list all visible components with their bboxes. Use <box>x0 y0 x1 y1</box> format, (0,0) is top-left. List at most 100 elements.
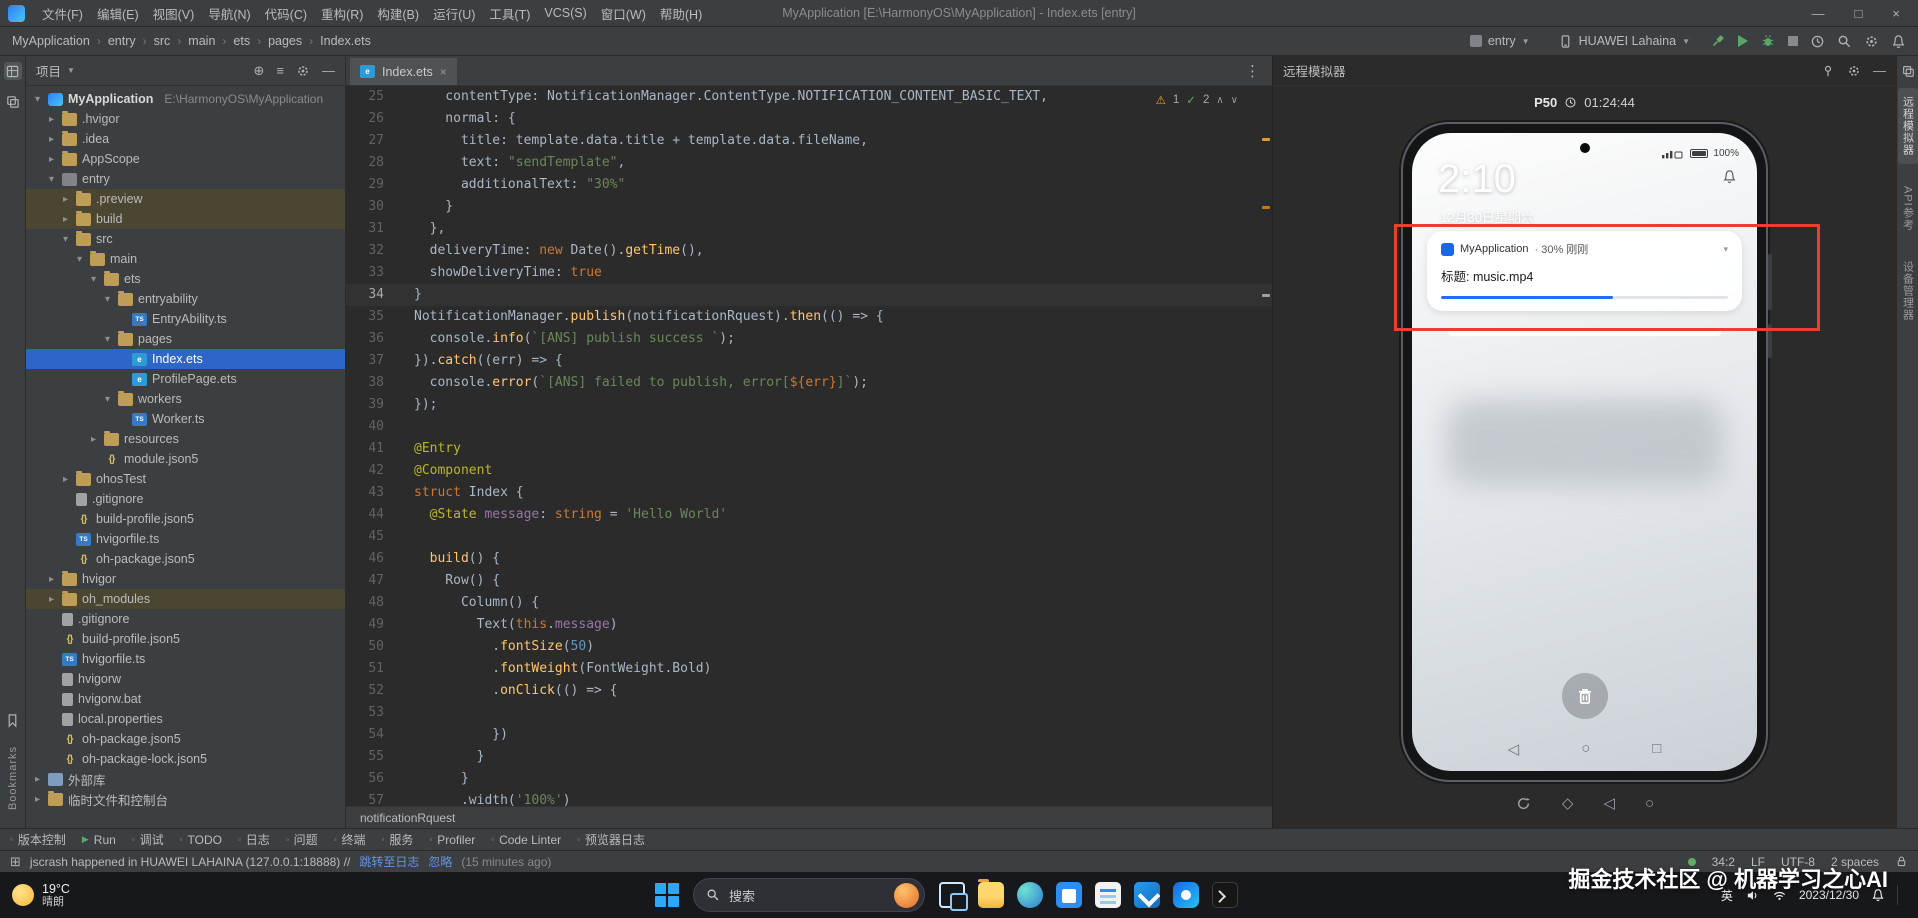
code-line[interactable]: } <box>400 768 1272 790</box>
collapse-all-icon[interactable]: ≡ <box>276 63 284 78</box>
run-config-selector[interactable]: entry ▼ <box>1462 31 1538 51</box>
rotate-icon[interactable] <box>1515 795 1532 812</box>
code-line[interactable]: NotificationManager.publish(notification… <box>400 306 1272 328</box>
project-tool-icon[interactable] <box>3 62 22 80</box>
panel-settings-gear-icon[interactable] <box>296 64 310 78</box>
tree-item[interactable]: {} build-profile.json5 <box>26 629 345 649</box>
menu-item[interactable]: 运行(U) <box>426 0 482 27</box>
tree-item[interactable]: ▾ MyApplication E:\HarmonyOS\MyApplication <box>26 89 345 109</box>
toolwindow-switcher-icon[interactable]: ⊞ <box>10 854 21 870</box>
tree-item[interactable]: TS Worker.ts <box>26 409 345 429</box>
line-number[interactable]: 26 <box>346 108 400 130</box>
line-number[interactable]: 27 <box>346 130 400 152</box>
code-line[interactable]: console.error(`[ANS] failed to publish, … <box>400 372 1272 394</box>
tree-item[interactable]: TS hvigorfile.ts <box>26 529 345 549</box>
line-number[interactable]: 51 <box>346 658 400 680</box>
tree-item[interactable]: local.properties <box>26 709 345 729</box>
tree-toggle-icon[interactable]: ▸ <box>46 114 57 125</box>
profiler-clock-icon[interactable] <box>1810 34 1825 49</box>
line-number[interactable]: 43 <box>346 482 400 504</box>
code-line[interactable]: }).catch((err) => { <box>400 350 1272 372</box>
code-line[interactable]: Text(this.message) <box>400 614 1272 636</box>
breadcrumb-item[interactable]: pages <box>268 34 302 48</box>
toolwindow-button[interactable]: ▫ 问题 <box>286 831 318 848</box>
line-number[interactable]: 28 <box>346 152 400 174</box>
tree-item[interactable]: ▾ workers <box>26 389 345 409</box>
caret-stripe-mark[interactable] <box>1262 294 1270 297</box>
line-number[interactable]: 40 <box>346 416 400 438</box>
tree-item[interactable]: {} oh-package-lock.json5 <box>26 749 345 769</box>
right-strip-tab[interactable]: 设备管理器 <box>1898 253 1918 329</box>
start-button[interactable] <box>655 883 679 907</box>
line-number[interactable]: 25 <box>346 86 400 108</box>
line-number[interactable]: 48 <box>346 592 400 614</box>
code-editor[interactable]: 25 contentType: NotificationManager.Cont… <box>346 86 1272 806</box>
toolwindow-button[interactable]: ▫ 版本控制 <box>10 831 66 848</box>
right-strip-tab[interactable]: API参考 <box>1898 178 1918 239</box>
deveco-icon[interactable] <box>1173 882 1199 908</box>
line-number[interactable]: 42 <box>346 460 400 482</box>
edge-icon[interactable] <box>1017 882 1043 908</box>
menu-item[interactable]: 构建(B) <box>370 0 426 27</box>
warning-stripe-mark[interactable] <box>1262 138 1270 141</box>
tree-item[interactable]: ▸ hvigor <box>26 569 345 589</box>
code-line[interactable] <box>400 526 1272 548</box>
code-line[interactable]: }, <box>400 218 1272 240</box>
location-diamond-icon[interactable]: ◇ <box>1562 794 1574 812</box>
vscode-icon[interactable] <box>1134 882 1160 908</box>
layers-icon[interactable] <box>1899 62 1917 80</box>
code-line[interactable]: .fontSize(50) <box>400 636 1272 658</box>
warning-stripe-mark[interactable] <box>1262 206 1270 209</box>
tree-item[interactable]: {} oh-package.json5 <box>26 729 345 749</box>
breadcrumb-item[interactable]: src <box>154 34 171 48</box>
build-hammer-icon[interactable] <box>1710 33 1726 49</box>
tree-toggle-icon[interactable]: ▾ <box>60 234 71 245</box>
nav-home-icon[interactable]: ○ <box>1581 740 1590 758</box>
code-line[interactable] <box>400 702 1272 724</box>
breadcrumb-item[interactable]: Index.ets <box>320 34 371 48</box>
code-line[interactable]: } <box>400 284 1272 306</box>
menu-item[interactable]: 工具(T) <box>482 0 537 27</box>
code-line[interactable]: title: template.data.title + template.da… <box>400 130 1272 152</box>
tree-item[interactable]: ▸ 外部库 <box>26 769 345 789</box>
tree-item[interactable]: ▸ build <box>26 209 345 229</box>
debug-bug-icon[interactable] <box>1760 33 1776 49</box>
code-line[interactable]: .width('100%') <box>400 790 1272 806</box>
maximize-window-button[interactable]: □ <box>1855 6 1863 21</box>
tree-item[interactable]: e ProfilePage.ets <box>26 369 345 389</box>
tree-item[interactable]: ▸ .idea <box>26 129 345 149</box>
docs-icon[interactable] <box>1095 882 1121 908</box>
code-line[interactable]: contentType: NotificationManager.Content… <box>400 86 1272 108</box>
inspections-widget[interactable]: ⚠ 1 ✓ 2 ∧ ∨ <box>1147 91 1246 109</box>
code-line[interactable]: deliveryTime: new Date().getTime(), <box>400 240 1272 262</box>
menu-item[interactable]: VCS(S) <box>537 2 593 24</box>
tree-toggle-icon[interactable]: ▸ <box>46 134 57 145</box>
code-line[interactable]: } <box>400 196 1272 218</box>
tree-item[interactable]: e Index.ets <box>26 349 345 369</box>
code-line[interactable]: @Component <box>400 460 1272 482</box>
code-line[interactable]: Row() { <box>400 570 1272 592</box>
line-number[interactable]: 45 <box>346 526 400 548</box>
run-button[interactable] <box>1738 35 1748 47</box>
notification-bell-icon[interactable] <box>1722 169 1737 184</box>
tree-toggle-icon[interactable]: ▸ <box>46 574 57 585</box>
pin-icon[interactable] <box>1821 64 1835 78</box>
clear-notifications-button[interactable] <box>1561 673 1608 719</box>
bookmark-icon[interactable] <box>5 713 20 728</box>
code-line[interactable]: build() { <box>400 548 1272 570</box>
emulator-home-icon[interactable]: ○ <box>1645 795 1654 812</box>
notifications-bell-icon[interactable] <box>1891 34 1906 49</box>
breadcrumb-item[interactable]: main <box>188 34 215 48</box>
line-number[interactable]: 55 <box>346 746 400 768</box>
code-line[interactable]: additionalText: "30%" <box>400 174 1272 196</box>
line-number[interactable]: 34 <box>346 284 400 306</box>
code-line[interactable]: @State message: string = 'Hello World' <box>400 504 1272 526</box>
tree-toggle-icon[interactable]: ▾ <box>88 274 99 285</box>
tree-item[interactable]: ▸ 临时文件和控制台 <box>26 789 345 809</box>
tree-item[interactable]: .gitignore <box>26 489 345 509</box>
nav-recents-icon[interactable]: □ <box>1652 740 1661 758</box>
breadcrumb-item[interactable]: entry <box>108 34 136 48</box>
toolwindow-button[interactable]: ▫ Profiler <box>429 833 475 847</box>
right-strip-tab[interactable]: 远程模拟器 <box>1897 88 1918 164</box>
line-number[interactable]: 50 <box>346 636 400 658</box>
